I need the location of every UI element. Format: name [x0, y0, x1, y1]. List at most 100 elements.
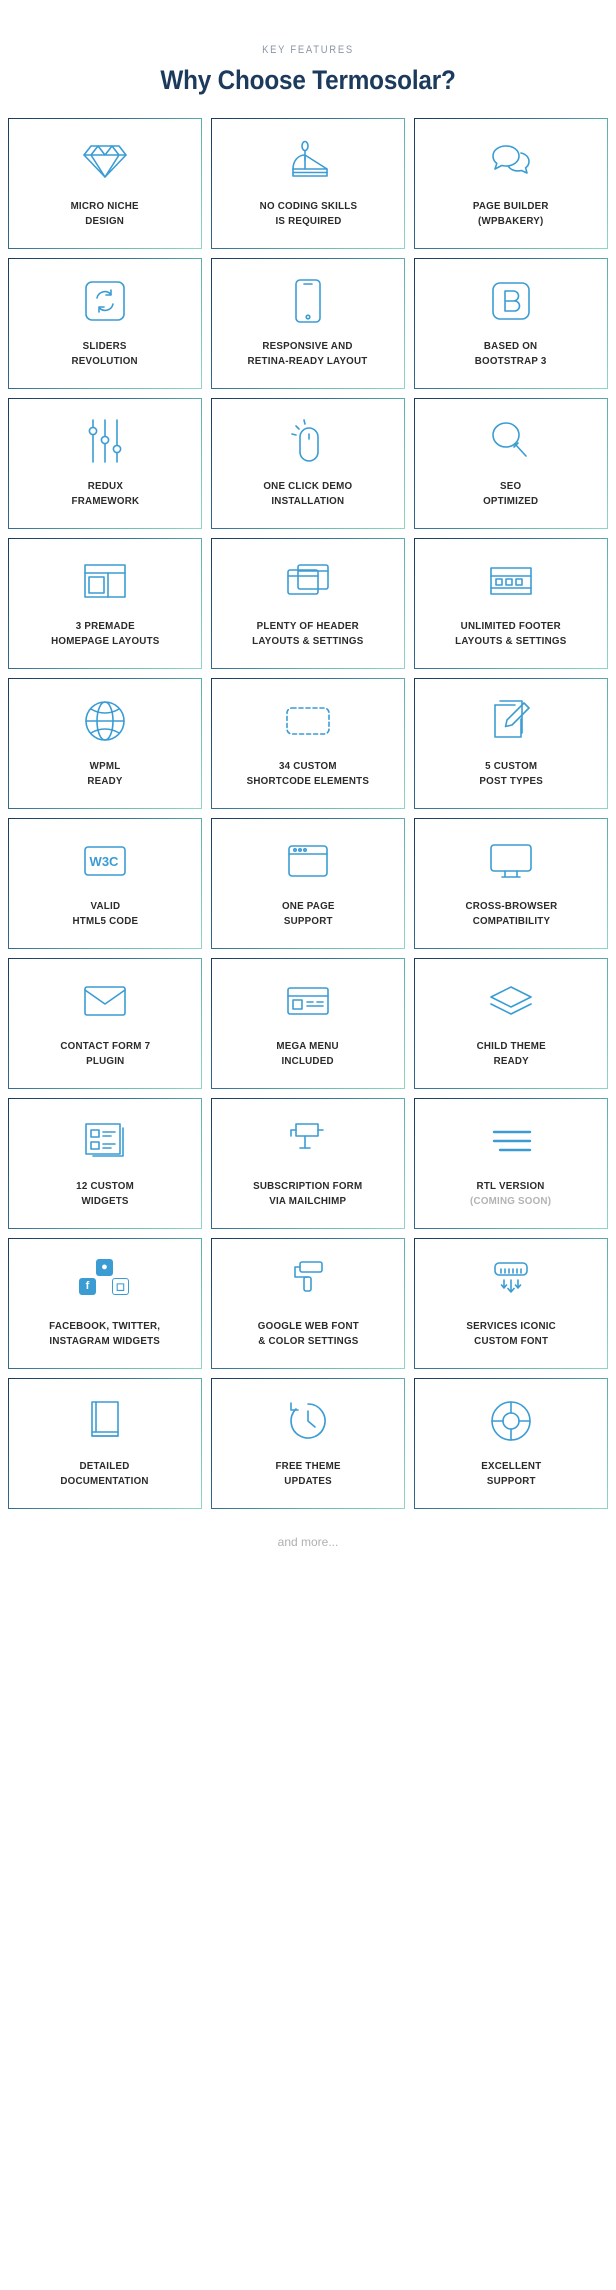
paint-roller-icon: [290, 1255, 326, 1307]
mailbox-icon: [287, 1115, 329, 1167]
feature-card[interactable]: PLENTY OF HEADER LAYOUTS & SETTINGS: [211, 538, 405, 669]
feature-card[interactable]: ONE PAGE SUPPORT: [211, 818, 405, 949]
feature-card[interactable]: REDUX FRAMEWORK: [8, 398, 202, 529]
feature-card-label: WPML READY: [87, 759, 123, 787]
feature-card-label: ONE PAGE SUPPORT: [281, 899, 335, 927]
feature-card[interactable]: FREE THEME UPDATES: [211, 1378, 405, 1509]
feature-card[interactable]: SLIDERS REVOLUTION: [8, 258, 202, 389]
feature-card[interactable]: ● f ◻ FACEBOOK, TWITTER, INSTAGRAM WIDGETS: [8, 1238, 202, 1369]
feature-card[interactable]: UNLIMITED FOOTER LAYOUTS & SETTINGS: [414, 538, 608, 669]
feature-card[interactable]: MEGA MENU INCLUDED: [211, 958, 405, 1089]
feature-card-label: MICRO NICHE DESIGN: [70, 199, 140, 227]
feature-card[interactable]: W3C VALID HTML5 CODE: [8, 818, 202, 949]
feature-card-label: 5 CUSTOM POST TYPES: [479, 759, 543, 787]
feature-card-label: ONE CLICK DEMO INSTALLATION: [263, 479, 353, 507]
magnifier-icon: [489, 415, 533, 467]
feature-card[interactable]: SUBSCRIPTION FORM VIA MAILCHIMP: [211, 1098, 405, 1229]
feature-card[interactable]: RTL VERSION (COMING SOON): [414, 1098, 608, 1229]
feature-card-label: DETAILED DOCUMENTATION: [60, 1459, 150, 1487]
feature-card[interactable]: EXCELLENT SUPPORT: [414, 1378, 608, 1509]
feature-card-label: CONTACT FORM 7 PLUGIN: [60, 1039, 150, 1067]
feature-card[interactable]: BASED ON BOOTSTRAP 3: [414, 258, 608, 389]
bootstrap-b-icon: [490, 275, 532, 327]
feature-card[interactable]: ONE CLICK DEMO INSTALLATION: [211, 398, 405, 529]
social-icons-cluster: ● f ◻: [74, 1255, 136, 1307]
layout-grid-icon: [82, 555, 128, 607]
feature-card-label: GOOGLE WEB FONT & COLOR SETTINGS: [257, 1319, 359, 1347]
feature-card-label: FREE THEME UPDATES: [275, 1459, 341, 1487]
feature-card[interactable]: CONTACT FORM 7 PLUGIN: [8, 958, 202, 1089]
mega-menu-icon: [285, 975, 331, 1027]
feature-card-label: 12 CUSTOM WIDGETS: [76, 1179, 134, 1207]
feature-card-label: SLIDERS REVOLUTION: [71, 339, 139, 367]
feature-card-label: RESPONSIVE AND RETINA-READY LAYOUT: [247, 339, 368, 367]
feature-card-label: PAGE BUILDER (WPBAKERY): [473, 199, 549, 227]
smartphone-icon: [293, 275, 323, 327]
feature-card[interactable]: MICRO NICHE DESIGN: [8, 118, 202, 249]
feature-card-label: 3 PREMADE HOMEPAGE LAYOUTS: [50, 619, 160, 647]
feature-card-label: FACEBOOK, TWITTER, INSTAGRAM WIDGETS: [49, 1319, 161, 1347]
feature-card-label: VALID HTML5 CODE: [72, 899, 138, 927]
radiator-icon: [488, 1255, 534, 1307]
feature-card-label: MEGA MENU INCLUDED: [276, 1039, 340, 1067]
feature-card-label: REDUX FRAMEWORK: [71, 479, 139, 507]
features-grid: MICRO NICHE DESIGN NO CODING SKILLS IS RE…: [0, 118, 616, 1509]
footer-blocks-icon: [488, 555, 534, 607]
feature-card[interactable]: GOOGLE WEB FONT & COLOR SETTINGS: [211, 1238, 405, 1369]
diamond-icon: [82, 135, 128, 187]
feature-card-label: 34 CUSTOM SHORTCODE ELEMENTS: [246, 759, 370, 787]
feature-card-label: PLENTY OF HEADER LAYOUTS & SETTINGS: [252, 619, 364, 647]
feature-card[interactable]: CROSS-BROWSER COMPATIBILITY: [414, 818, 608, 949]
feature-card-label: SERVICES ICONIC CUSTOM FONT: [466, 1319, 556, 1347]
feature-card-label: EXCELLENT SUPPORT: [480, 1459, 542, 1487]
sliders-icon: [84, 415, 126, 467]
features-page: KEY FEATURES Why Choose Termosolar? MICR…: [0, 0, 616, 2290]
feature-card-label: UNLIMITED FOOTER LAYOUTS & SETTINGS: [455, 619, 567, 647]
feature-card[interactable]: PAGE BUILDER (WPBAKERY): [414, 118, 608, 249]
browser-window-icon: [286, 835, 330, 887]
pencil-pages-icon: [489, 695, 533, 747]
widget-list-icon: [83, 1115, 127, 1167]
speech-bubbles-icon: [487, 135, 535, 187]
feature-card-label: SUBSCRIPTION FORM VIA MAILCHIMP: [253, 1179, 363, 1207]
feature-card[interactable]: RESPONSIVE AND RETINA-READY LAYOUT: [211, 258, 405, 389]
page-header: KEY FEATURES Why Choose Termosolar?: [0, 44, 616, 96]
stacked-windows-icon: [285, 555, 331, 607]
page-title: Why Choose Termosolar?: [160, 65, 456, 95]
twitter-icon: ●: [96, 1258, 113, 1276]
eyebrow-label: KEY FEATURES: [262, 44, 354, 56]
dashed-box-icon: [284, 695, 332, 747]
clock-refresh-icon: [286, 1395, 330, 1447]
feature-card[interactable]: NO CODING SKILLS IS REQUIRED: [211, 118, 405, 249]
feature-card[interactable]: WPML READY: [8, 678, 202, 809]
feature-card[interactable]: 12 CUSTOM WIDGETS: [8, 1098, 202, 1229]
feature-card[interactable]: 34 CUSTOM SHORTCODE ELEMENTS: [211, 678, 405, 809]
globe-icon: [83, 695, 127, 747]
refresh-square-icon: [83, 275, 127, 327]
facebook-icon: f: [79, 1277, 96, 1295]
feature-card[interactable]: 3 PREMADE HOMEPAGE LAYOUTS: [8, 538, 202, 669]
cake-slice-icon: [285, 135, 331, 187]
feature-card-label: NO CODING SKILLS IS REQUIRED: [259, 199, 357, 227]
feature-card[interactable]: SEO OPTIMIZED: [414, 398, 608, 529]
feature-card-label: SEO OPTIMIZED: [483, 479, 539, 507]
envelope-icon: [82, 975, 128, 1027]
lifebuoy-icon: [489, 1395, 533, 1447]
feature-card-label: RTL VERSION: [476, 1179, 546, 1192]
w3c-badge-icon: W3C: [82, 835, 128, 887]
text-lines-rtl-icon: [488, 1115, 534, 1167]
feature-card-label: CHILD THEME READY: [476, 1039, 546, 1067]
feature-card-label: BASED ON BOOTSTRAP 3: [475, 339, 547, 367]
feature-card[interactable]: DETAILED DOCUMENTATION: [8, 1378, 202, 1509]
book-icon: [86, 1395, 124, 1447]
feature-card-sublabel: (COMING SOON): [470, 1194, 552, 1207]
feature-card[interactable]: CHILD THEME READY: [414, 958, 608, 1089]
layers-icon: [487, 975, 535, 1027]
feature-card[interactable]: 5 CUSTOM POST TYPES: [414, 678, 608, 809]
feature-card-label: CROSS-BROWSER COMPATIBILITY: [464, 899, 557, 927]
mouse-click-icon: [288, 415, 328, 467]
feature-card[interactable]: SERVICES ICONIC CUSTOM FONT: [414, 1238, 608, 1369]
and-more-note: and more...: [277, 1534, 339, 1549]
instagram-icon: ◻: [112, 1277, 129, 1295]
monitor-icon: [488, 835, 534, 887]
